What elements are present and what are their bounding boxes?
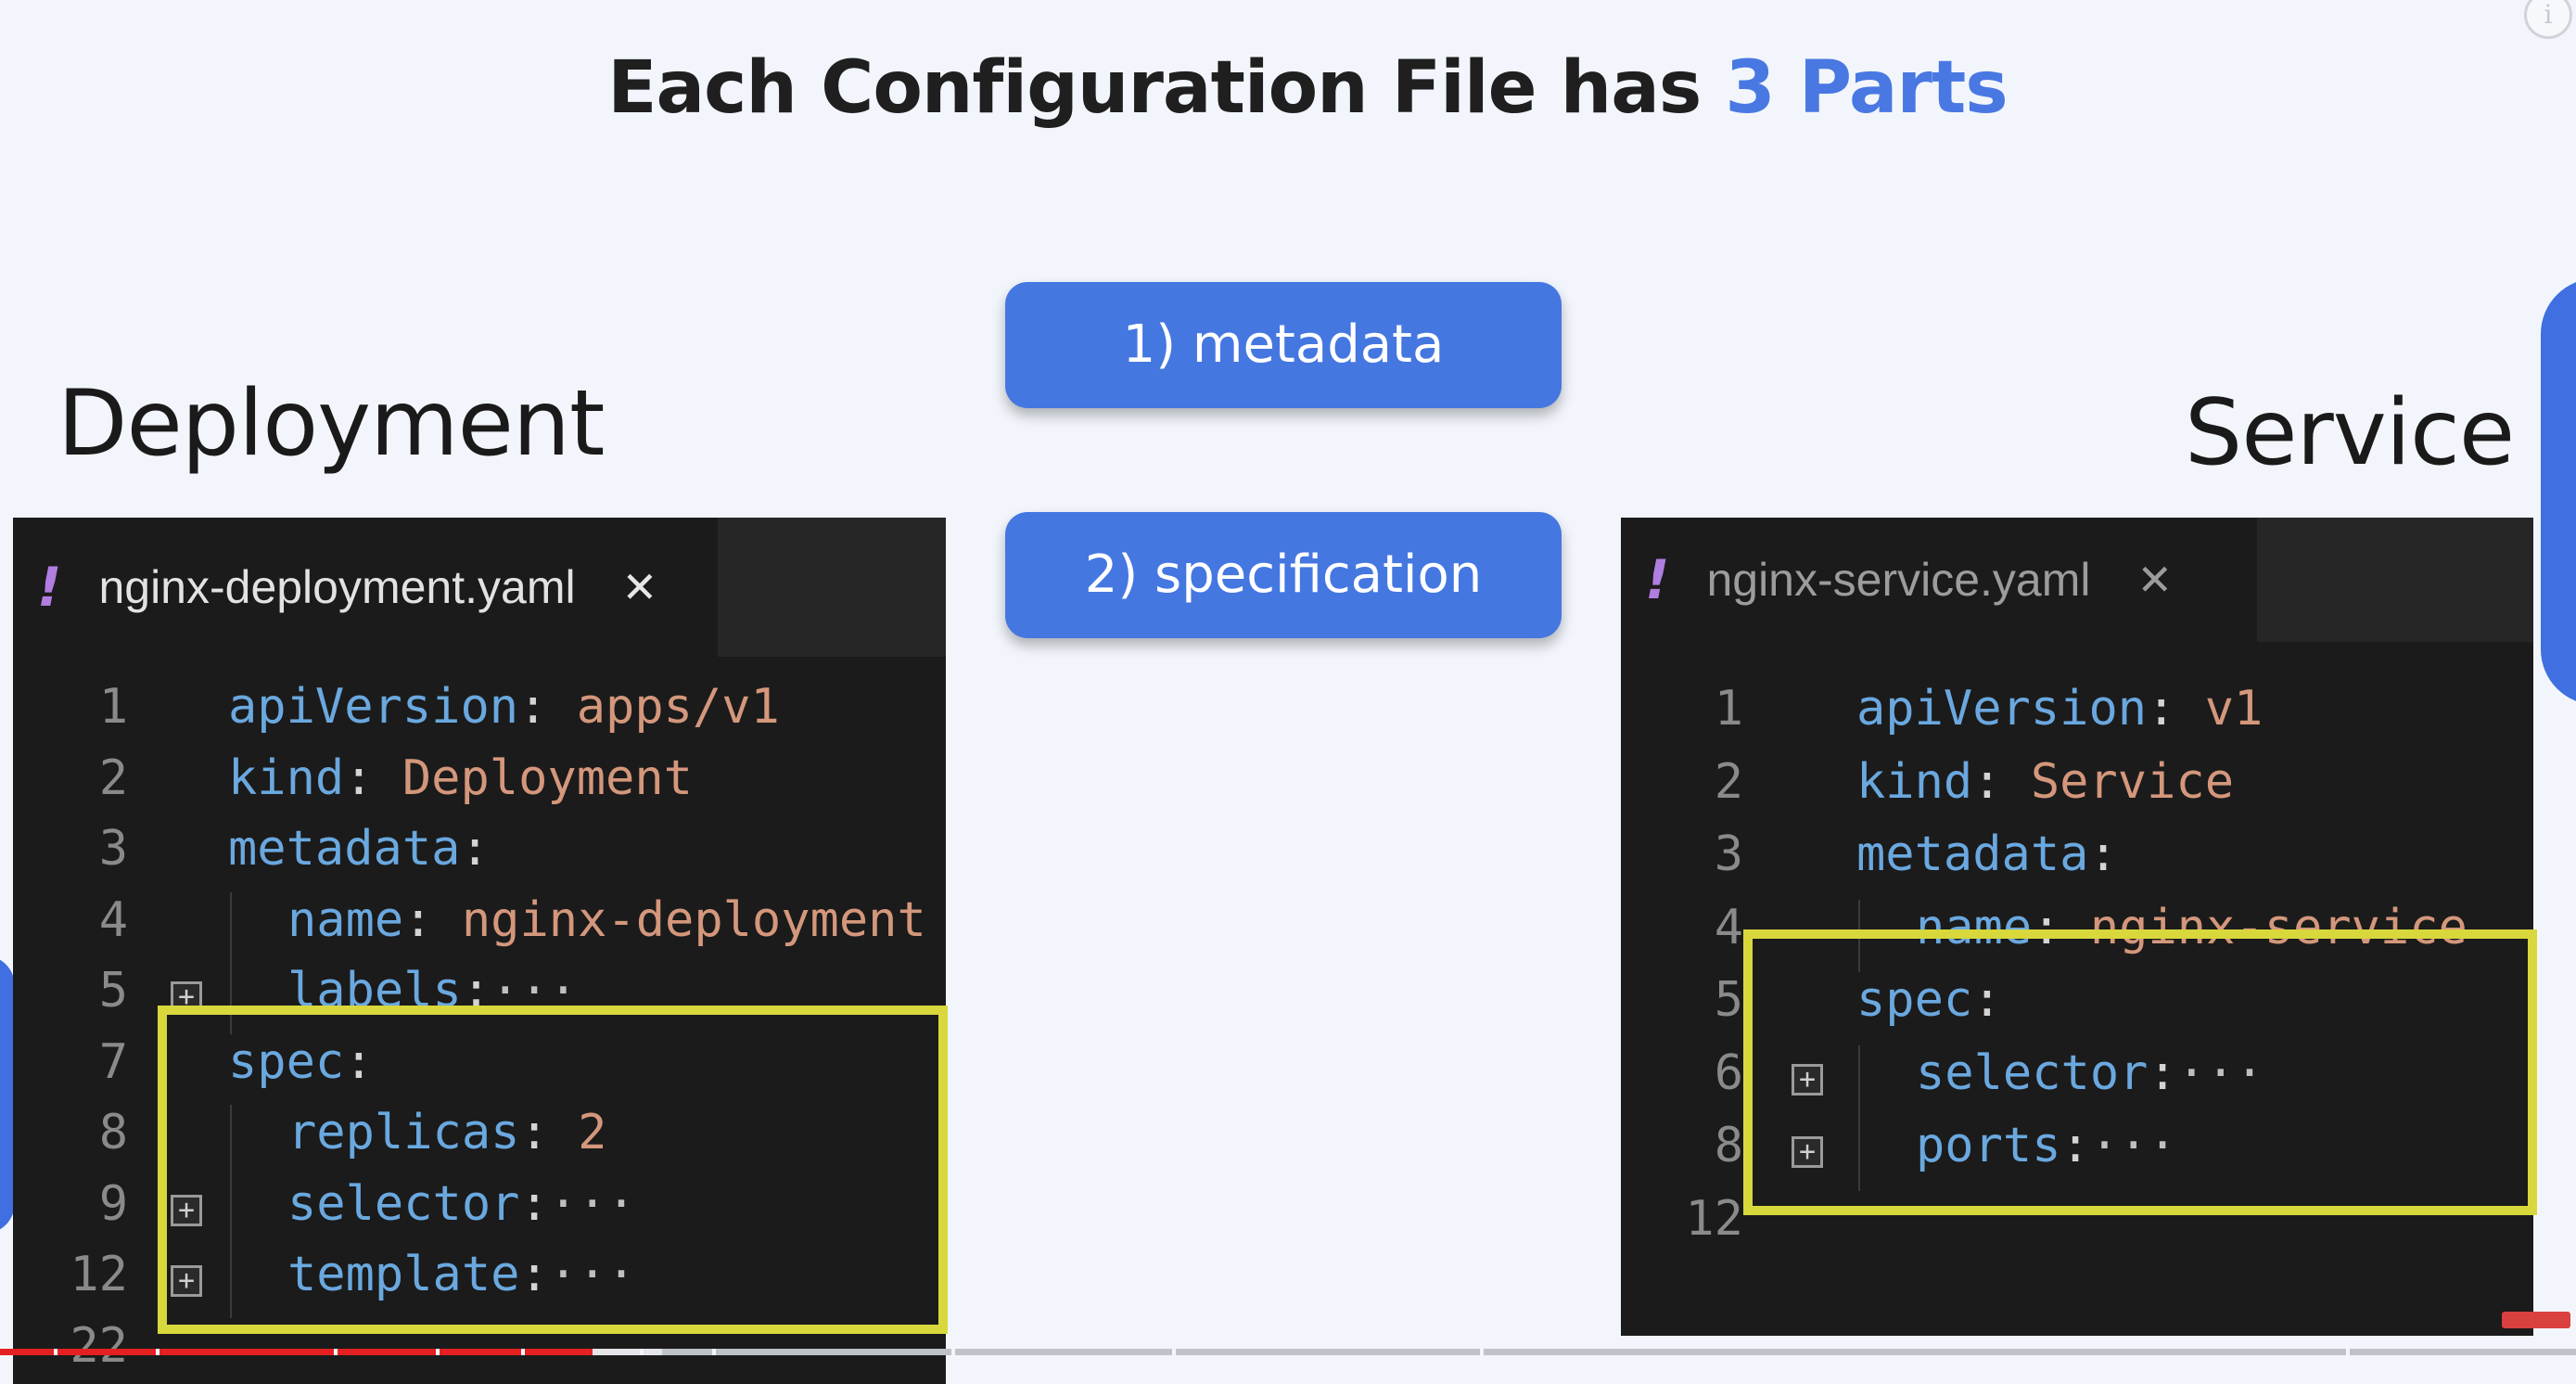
chapter-marker — [54, 1349, 57, 1355]
part-specification-pill: 2) specification — [1005, 512, 1562, 638]
chapter-marker — [712, 1349, 716, 1355]
yaml-separator: : — [518, 679, 577, 735]
decorative-blob-right — [2541, 278, 2576, 705]
line-number: 1 — [1714, 681, 1743, 737]
chapter-marker — [1172, 1349, 1176, 1355]
deployment-tabbar: ! nginx-deployment.yaml ✕ — [13, 518, 946, 657]
yaml-separator: : — [2088, 827, 2118, 882]
chapter-marker — [1480, 1349, 1484, 1355]
service-heading: Service — [2185, 380, 2515, 486]
yaml-key: name — [287, 891, 404, 948]
code-text: metadata: — [228, 821, 490, 877]
line-number: 3 — [98, 821, 128, 877]
indent-guide — [230, 891, 232, 963]
chapter-marker — [436, 1349, 440, 1355]
yaml-value: Service — [2030, 753, 2235, 810]
yaml-warning-icon: ! — [37, 556, 62, 619]
slide-title-main: Each Configuration File has — [607, 46, 1726, 130]
code-text: kind: Service — [1856, 754, 2234, 810]
deployment-spec-highlight — [158, 1006, 948, 1334]
yaml-separator: : — [2147, 681, 2205, 737]
slide-title: Each Configuration File has 3 Parts — [0, 46, 2576, 130]
yaml-key: metadata — [228, 821, 461, 877]
yaml-key: kind — [1856, 753, 1973, 810]
yaml-separator: : — [344, 750, 402, 806]
yaml-warning-icon: ! — [1645, 548, 1670, 611]
line-number: 4 — [98, 891, 128, 948]
yaml-key: apiVersion — [1856, 681, 2148, 737]
line-number: 3 — [1714, 827, 1743, 882]
close-icon[interactable]: ✕ — [622, 562, 658, 612]
code-line: 1 apiVersion: v1 — [1621, 681, 2533, 751]
yaml-value: Deployment — [402, 750, 693, 806]
line-number: 8 — [1714, 1118, 1743, 1173]
line-number: 8 — [98, 1105, 128, 1160]
info-icon[interactable]: i — [2524, 0, 2572, 39]
yaml-key: metadata — [1856, 827, 2089, 882]
slide-title-accent: 3 Parts — [1725, 46, 2008, 130]
deployment-tab-name: nginx-deployment.yaml — [98, 561, 576, 613]
line-number: 2 — [1714, 753, 1743, 810]
service-spec-highlight — [1743, 929, 2537, 1215]
code-text: apiVersion: v1 — [1856, 681, 2263, 737]
line-number: 1 — [98, 679, 128, 735]
code-line: 2 kind: Service — [1621, 754, 2533, 825]
service-tab[interactable]: ! nginx-service.yaml ✕ — [1621, 518, 2257, 642]
code-text: apiVersion: apps/v1 — [228, 679, 780, 735]
line-number: 4 — [1714, 899, 1743, 955]
close-icon[interactable]: ✕ — [2136, 555, 2173, 605]
part-metadata-pill: 1) metadata — [1005, 282, 1562, 408]
chapter-marker — [521, 1349, 525, 1355]
line-number: 5 — [1714, 972, 1743, 1028]
line-number: 12 — [70, 1247, 128, 1302]
code-line: 1 apiVersion: apps/v1 — [13, 679, 946, 750]
service-tabbar: ! nginx-service.yaml ✕ — [1621, 518, 2533, 642]
service-tab-name: nginx-service.yaml — [1706, 554, 2091, 606]
yaml-value: nginx-deployment — [461, 891, 926, 948]
code-text: kind: Deployment — [228, 750, 693, 806]
video-progress-played — [0, 1349, 593, 1355]
chapter-marker — [334, 1349, 338, 1355]
line-number: 5 — [98, 963, 128, 1019]
line-number: 12 — [1685, 1190, 1743, 1247]
yaml-separator: : — [403, 891, 462, 948]
yaml-key: kind — [228, 750, 345, 806]
yaml-separator: : — [1972, 753, 2031, 810]
line-number: 22 — [70, 1317, 128, 1374]
video-progress-bar[interactable] — [0, 1349, 2576, 1355]
code-text: metadata: — [1856, 827, 2118, 882]
deployment-heading: Deployment — [57, 371, 605, 477]
yaml-key: apiVersion — [228, 679, 519, 735]
chapter-marker — [156, 1349, 159, 1355]
chapter-marker — [2346, 1349, 2350, 1355]
chapter-marker — [640, 1349, 644, 1355]
yaml-separator: : — [460, 821, 490, 877]
code-line: 4 name: nginx-deployment — [13, 891, 946, 963]
chapter-marker — [951, 1349, 955, 1355]
deployment-tab[interactable]: ! nginx-deployment.yaml ✕ — [13, 518, 718, 657]
yaml-value: v1 — [2204, 681, 2264, 737]
code-line: 3 metadata: — [13, 821, 946, 891]
line-number: 6 — [1714, 1044, 1743, 1101]
code-line: 2 kind: Deployment — [13, 750, 946, 821]
yaml-value: apps/v1 — [576, 679, 780, 735]
code-text: name: nginx-deployment — [287, 892, 926, 948]
subscribe-badge[interactable] — [2502, 1312, 2570, 1328]
line-number: 7 — [98, 1033, 128, 1090]
line-number: 2 — [98, 750, 128, 806]
code-line: 3 metadata: — [1621, 827, 2533, 897]
line-number: 9 — [98, 1175, 128, 1232]
